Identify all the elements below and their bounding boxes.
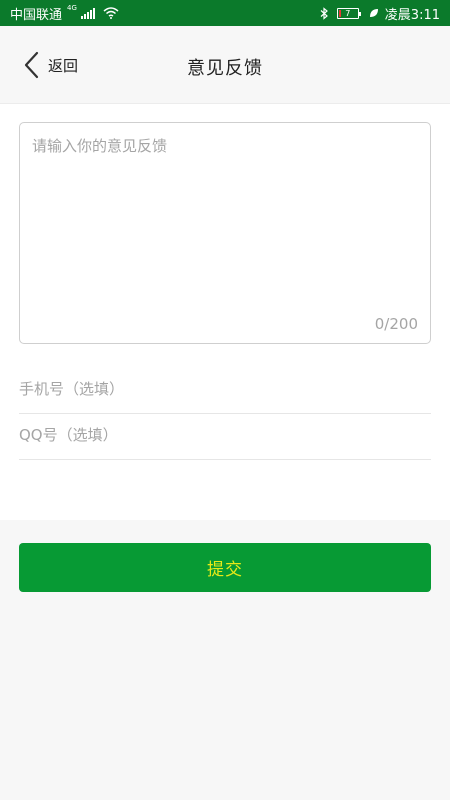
signal-icon: [80, 7, 95, 19]
qq-input[interactable]: [19, 410, 431, 459]
wifi-icon: [103, 7, 119, 19]
phone-field-row: [19, 364, 431, 414]
char-counter: 0/200: [374, 315, 418, 333]
submit-button[interactable]: 提交: [19, 543, 431, 592]
battery-level: [338, 9, 341, 17]
page-title: 意见反馈: [187, 58, 263, 79]
status-left: 中国联通 4G: [10, 4, 119, 23]
phone-input[interactable]: [19, 364, 431, 413]
carrier-name: 中国联通: [10, 7, 63, 23]
network-type: 4G: [67, 4, 77, 12]
status-right: 7 凌晨3:11: [319, 4, 440, 23]
qq-field-row: [19, 410, 431, 460]
header: 返回 意见反馈: [0, 26, 450, 104]
status-bar: 中国联通 4G 7 凌晨3:11: [0, 0, 450, 26]
feedback-box: 0/200: [19, 122, 431, 344]
bluetooth-icon: [320, 6, 328, 20]
status-time: 凌晨3:11: [384, 7, 440, 23]
leaf-icon: [369, 9, 378, 17]
feedback-textarea[interactable]: [32, 135, 417, 295]
feedback-form: 0/200: [0, 104, 450, 520]
battery-percent: 7: [345, 8, 351, 18]
battery-icon: 7: [336, 7, 361, 19]
submit-label: 提交: [207, 560, 243, 580]
